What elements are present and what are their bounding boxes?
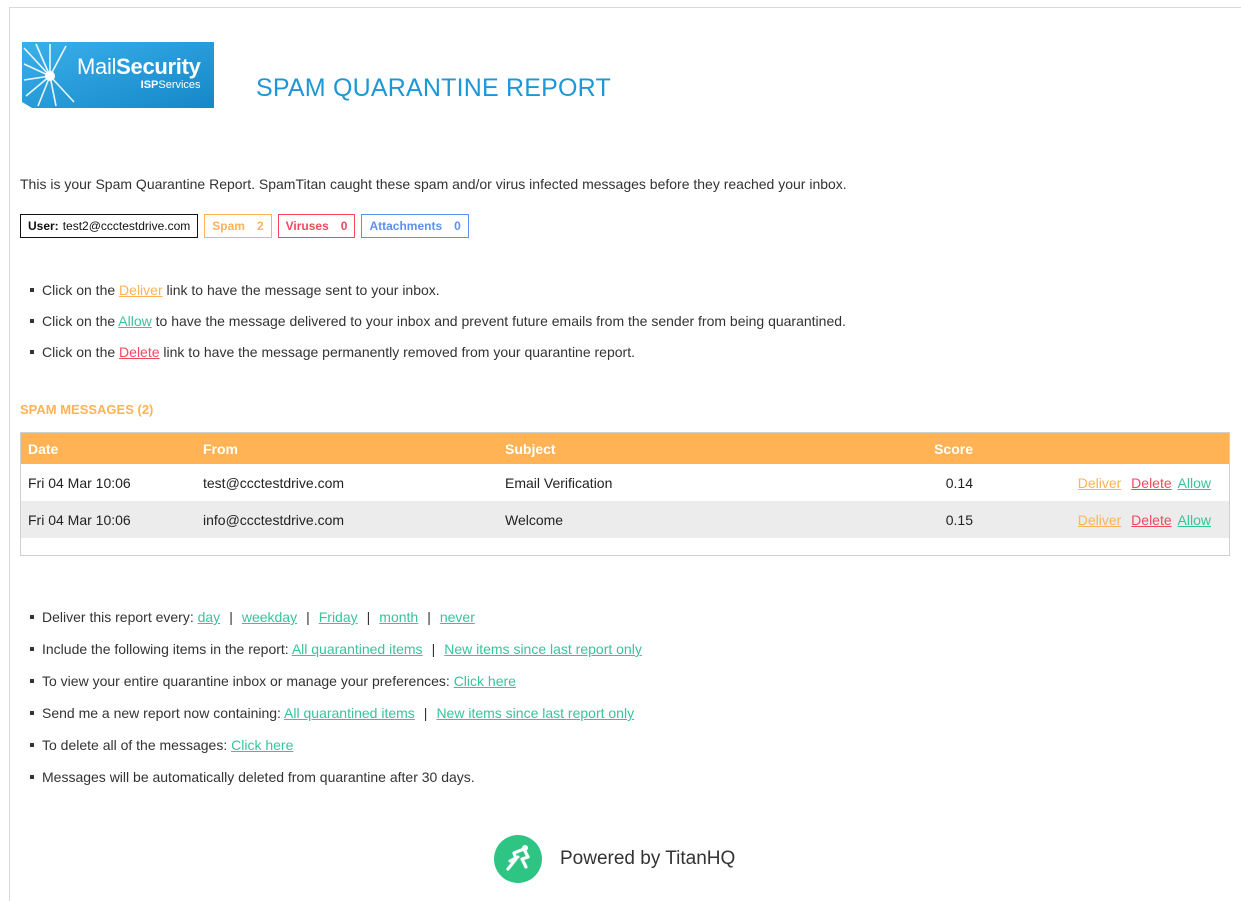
user-badge: User: test2@ccctestdrive.com bbox=[20, 214, 199, 238]
titanhq-logo-icon bbox=[494, 835, 542, 883]
footer: Powered by TitanHQ bbox=[494, 835, 735, 883]
attachments-label: Attachments bbox=[369, 219, 443, 233]
deliver-help-link[interactable]: Deliver bbox=[119, 282, 163, 298]
delete-all-link[interactable]: Click here bbox=[231, 737, 293, 753]
instruction-text: link to have the message permanently rem… bbox=[159, 344, 635, 360]
row-from: test@ccctestdrive.com bbox=[203, 474, 345, 491]
viruses-count-badge: Viruses 0 bbox=[277, 214, 356, 238]
spam-messages-heading: SPAM MESSAGES (2) bbox=[20, 402, 154, 417]
delete-help-link[interactable]: Delete bbox=[119, 344, 159, 360]
separator: | bbox=[431, 641, 436, 657]
instructions-list: Click on the Deliver link to have the me… bbox=[30, 280, 846, 373]
attachments-count: 0 bbox=[454, 219, 461, 233]
powered-by-text: Powered by TitanHQ bbox=[560, 848, 736, 869]
separator: | bbox=[306, 609, 310, 625]
spam-messages-table: Date From Subject Score Fri 04 Mar 10:06… bbox=[20, 432, 1230, 556]
row-actions: Deliver Delete Allow bbox=[973, 512, 1229, 528]
row-subject: Email Verification bbox=[505, 474, 613, 491]
instruction-text: Click on the bbox=[42, 313, 119, 329]
send-all-link[interactable]: All quarantined items bbox=[284, 705, 415, 721]
separator: | bbox=[229, 609, 233, 625]
pref-view: To view your entire quarantine inbox or … bbox=[30, 671, 642, 703]
frequency-day-link[interactable]: day bbox=[198, 609, 221, 625]
viruses-count: 0 bbox=[340, 219, 348, 233]
user-label: User: bbox=[28, 219, 59, 233]
deliver-link[interactable]: Deliver bbox=[1078, 475, 1122, 491]
frequency-never-link[interactable]: never bbox=[440, 609, 475, 625]
row-date: Fri 04 Mar 10:06 bbox=[28, 474, 131, 491]
instruction-delete: Click on the Delete link to have the mes… bbox=[30, 342, 846, 373]
frequency-friday-link[interactable]: Friday bbox=[319, 609, 358, 625]
instruction-text: to have the message delivered to your in… bbox=[151, 313, 846, 329]
row-subject: Welcome bbox=[505, 511, 564, 528]
pref-include-label: Include the following items in the repor… bbox=[42, 641, 292, 657]
pref-send-now-label: Send me a new report now containing: bbox=[42, 705, 285, 721]
spam-label: Spam bbox=[212, 219, 245, 233]
view-quarantine-link[interactable]: Click here bbox=[454, 673, 516, 689]
attachments-count-badge: Attachments 0 bbox=[361, 214, 469, 238]
pref-delete-all: To delete all of the messages: Click her… bbox=[30, 735, 642, 767]
separator: | bbox=[423, 705, 428, 721]
row-from: info@ccctestdrive.com bbox=[203, 511, 345, 528]
pref-include: Include the following items in the repor… bbox=[30, 639, 642, 671]
instruction-text: Click on the bbox=[42, 282, 120, 298]
page-title: SPAM QUARANTINE REPORT bbox=[256, 74, 611, 102]
pref-delete-all-label: To delete all of the messages: bbox=[42, 737, 232, 753]
logo-text-light: Mail bbox=[77, 54, 117, 79]
allow-link[interactable]: Allow bbox=[1178, 475, 1211, 491]
mailsecurity-logo: MailSecurity ISPServices bbox=[22, 42, 232, 108]
table-row: Fri 04 Mar 10:06 test@ccctestdrive.com E… bbox=[21, 464, 1229, 501]
pref-view-label: To view your entire quarantine inbox or … bbox=[42, 673, 454, 689]
separator: | bbox=[366, 609, 371, 625]
instruction-text: link to have the message sent to your in… bbox=[162, 282, 440, 298]
pref-frequency: Deliver this report every: day | weekday | F… bbox=[30, 607, 642, 639]
column-header-date: Date bbox=[28, 440, 59, 457]
row-date: Fri 04 Mar 10:06 bbox=[28, 511, 131, 528]
column-header-score: Score bbox=[934, 440, 973, 457]
column-header-from: From bbox=[203, 440, 238, 457]
intro-text: This is your Spam Quarantine Report. Spa… bbox=[20, 176, 847, 192]
frequency-month-link[interactable]: month bbox=[379, 609, 418, 625]
logo-sub-bold: ISP bbox=[140, 79, 159, 91]
logo-sub-light: Services bbox=[158, 79, 201, 91]
instruction-deliver: Click on the Deliver link to have the me… bbox=[30, 280, 846, 311]
frequency-weekday-link[interactable]: weekday bbox=[242, 609, 297, 625]
header: MailSecurity ISPServices bbox=[22, 42, 232, 108]
table-header: Date From Subject Score bbox=[21, 433, 1229, 464]
instruction-text: Click on the bbox=[42, 344, 120, 360]
user-email: test2@ccctestdrive.com bbox=[62, 219, 191, 233]
summary-badges: User: test2@ccctestdrive.com Spam 2 Viru… bbox=[20, 214, 469, 238]
allow-help-link[interactable]: Allow bbox=[118, 313, 151, 329]
instruction-allow: Click on the Allow to have the message d… bbox=[30, 311, 846, 342]
table-row: Fri 04 Mar 10:06 info@ccctestdrive.com W… bbox=[21, 501, 1229, 538]
include-all-link[interactable]: All quarantined items bbox=[292, 641, 423, 657]
auto-delete-note: Messages will be automatically deleted f… bbox=[42, 769, 475, 785]
allow-link[interactable]: Allow bbox=[1178, 512, 1211, 528]
column-header-subject: Subject bbox=[505, 440, 556, 457]
delete-link[interactable]: Delete bbox=[1131, 512, 1171, 528]
separator: | bbox=[427, 609, 431, 625]
spam-count: 2 bbox=[256, 219, 264, 233]
row-score: 0.14 bbox=[945, 474, 973, 491]
row-score: 0.15 bbox=[945, 511, 973, 528]
delete-link[interactable]: Delete bbox=[1131, 475, 1171, 491]
deliver-link[interactable]: Deliver bbox=[1078, 512, 1122, 528]
include-new-link[interactable]: New items since last report only bbox=[444, 641, 642, 657]
logo-text-bold: Security bbox=[116, 54, 201, 79]
preferences-list: Deliver this report every: day | weekday | F… bbox=[30, 607, 642, 799]
viruses-label: Viruses bbox=[285, 219, 329, 233]
pref-frequency-label: Deliver this report every: bbox=[42, 609, 198, 625]
send-new-link[interactable]: New items since last report only bbox=[436, 705, 634, 721]
spam-count-badge: Spam 2 bbox=[204, 214, 272, 238]
pref-auto-delete: Messages will be automatically deleted f… bbox=[30, 767, 642, 799]
pref-send-now: Send me a new report now containing: All… bbox=[30, 703, 642, 735]
row-actions: Deliver Delete Allow bbox=[973, 475, 1229, 491]
